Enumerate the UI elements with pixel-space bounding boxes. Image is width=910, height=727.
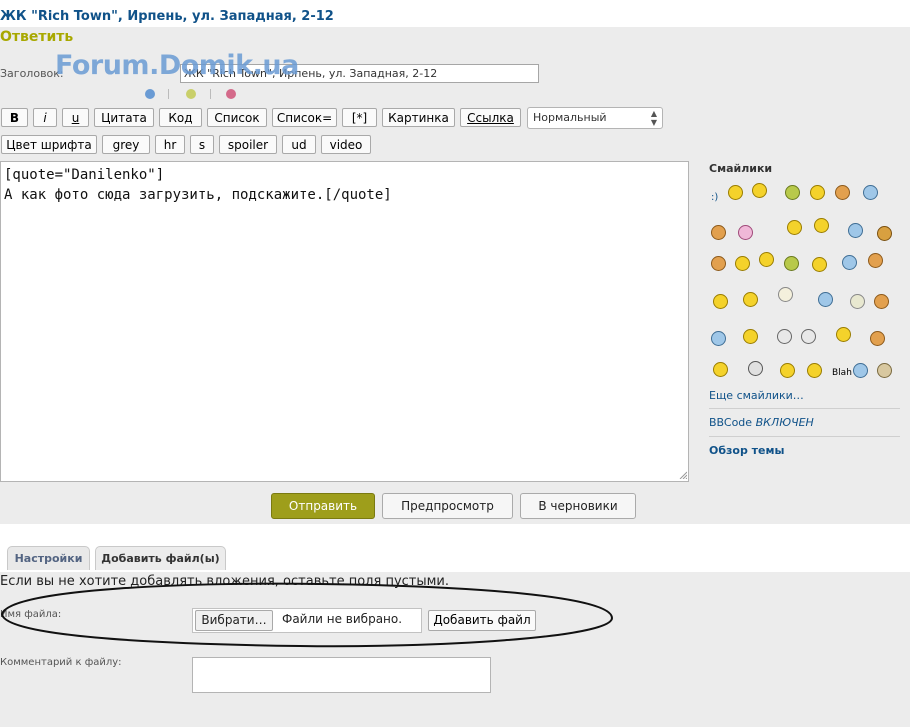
video-button[interactable]: video	[321, 135, 371, 154]
smiley-icon[interactable]	[836, 327, 851, 342]
smiley-icon[interactable]	[738, 225, 753, 240]
resize-grip-icon[interactable]	[679, 471, 687, 479]
file-comment-label: Комментарий к файлу:	[0, 657, 122, 668]
watermark-logo: Forum.Domik.ua	[55, 50, 299, 81]
more-smilies-link[interactable]: Еще смайлики…	[709, 389, 804, 402]
spoiler-button[interactable]: spoiler	[219, 135, 277, 154]
smiley-icon[interactable]	[777, 329, 792, 344]
watermark-tick	[168, 89, 169, 99]
smiley-icon[interactable]	[814, 218, 829, 233]
smiley-icon[interactable]	[842, 255, 857, 270]
smiley-icon[interactable]	[713, 294, 728, 309]
grey-button[interactable]: grey	[102, 135, 150, 154]
smiley-icon[interactable]	[748, 361, 763, 376]
smiley-icon[interactable]	[877, 226, 892, 241]
editor-line: А как фото сюда загрузить, подскажите.[/…	[4, 187, 392, 203]
smiley-icon[interactable]	[848, 223, 863, 238]
smiley-icon[interactable]	[752, 183, 767, 198]
smiley-icon[interactable]	[780, 363, 795, 378]
smiley-icon[interactable]	[877, 363, 892, 378]
smiley-icon[interactable]	[850, 294, 865, 309]
smiley-text-icon[interactable]: :)	[711, 192, 718, 203]
smiley-icon[interactable]	[728, 185, 743, 200]
link-button[interactable]: Ссылка	[460, 108, 521, 127]
hr-button[interactable]: hr	[155, 135, 185, 154]
smiley-icon[interactable]	[711, 225, 726, 240]
bold-button[interactable]: B	[1, 108, 28, 127]
watermark-tick	[210, 89, 211, 99]
code-button[interactable]: Код	[159, 108, 202, 127]
chevron-updown-icon: ▲ ▼	[650, 109, 657, 127]
smiley-icon[interactable]	[759, 252, 774, 267]
font-size-value: Нормальный	[533, 111, 607, 124]
smiley-icon[interactable]	[785, 185, 800, 200]
smiley-icon[interactable]	[801, 329, 816, 344]
bbcode-status[interactable]: BBCode ВКЛЮЧЕН	[709, 416, 814, 429]
smiley-icon[interactable]	[711, 256, 726, 271]
sidebar-divider	[709, 436, 900, 437]
italic-button[interactable]: i	[33, 108, 57, 127]
smiley-icon[interactable]	[812, 257, 827, 272]
highlight-ellipse	[0, 582, 614, 648]
smiley-icon[interactable]	[711, 331, 726, 346]
blah-smiley-label[interactable]: Blah	[832, 368, 852, 378]
smiley-icon[interactable]	[810, 185, 825, 200]
smiley-icon[interactable]	[835, 185, 850, 200]
watermark-dot-green	[186, 89, 196, 99]
topic-review-link[interactable]: Обзор темы	[709, 444, 784, 457]
tab-attachments[interactable]: Добавить файл(ы)	[95, 546, 226, 570]
bbcode-label: BBCode	[709, 416, 753, 429]
smilies-title: Смайлики	[709, 162, 773, 175]
smiley-icon[interactable]	[743, 329, 758, 344]
file-comment-textarea[interactable]	[192, 657, 491, 693]
smiley-icon[interactable]	[735, 256, 750, 271]
smiley-icon[interactable]	[784, 256, 799, 271]
smiley-icon[interactable]	[713, 362, 728, 377]
bbcode-state: ВКЛЮЧЕН	[755, 416, 814, 429]
font-size-select[interactable]: Нормальный ▲ ▼	[527, 107, 663, 129]
preview-button[interactable]: Предпросмотр	[382, 493, 513, 519]
smiley-icon[interactable]	[743, 292, 758, 307]
smiley-icon[interactable]	[818, 292, 833, 307]
reply-heading: Ответить	[0, 29, 74, 45]
editor-line: [quote="Danilenko"]	[4, 167, 165, 183]
watermark-dot-pink	[226, 89, 236, 99]
smiley-icon[interactable]	[807, 363, 822, 378]
image-button[interactable]: Картинка	[382, 108, 455, 127]
list-button[interactable]: Список	[207, 108, 267, 127]
tab-settings[interactable]: Настройки	[7, 546, 90, 570]
smiley-icon[interactable]	[778, 287, 793, 302]
submit-button[interactable]: Отправить	[271, 493, 375, 519]
ud-button[interactable]: ud	[282, 135, 316, 154]
topic-title[interactable]: ЖК "Rich Town", Ирпень, ул. Западная, 2-…	[0, 9, 334, 24]
sidebar-divider	[709, 408, 900, 409]
list-item-button[interactable]: [*]	[342, 108, 377, 127]
smiley-icon[interactable]	[863, 185, 878, 200]
quote-button[interactable]: Цитата	[94, 108, 154, 127]
smiley-icon[interactable]	[868, 253, 883, 268]
smiley-icon[interactable]	[874, 294, 889, 309]
font-color-button[interactable]: Цвет шрифта	[1, 135, 97, 154]
smiley-icon[interactable]	[787, 220, 802, 235]
save-draft-button[interactable]: В черновики	[520, 493, 636, 519]
underline-button[interactable]: u	[62, 108, 89, 127]
watermark-dot-blue	[145, 89, 155, 99]
strike-button[interactable]: s	[190, 135, 214, 154]
smiley-icon[interactable]	[870, 331, 885, 346]
smiley-icon[interactable]	[853, 363, 868, 378]
ordered-list-button[interactable]: Список=	[272, 108, 337, 127]
message-textarea[interactable]: [quote="Danilenko"] А как фото сюда загр…	[0, 161, 689, 482]
